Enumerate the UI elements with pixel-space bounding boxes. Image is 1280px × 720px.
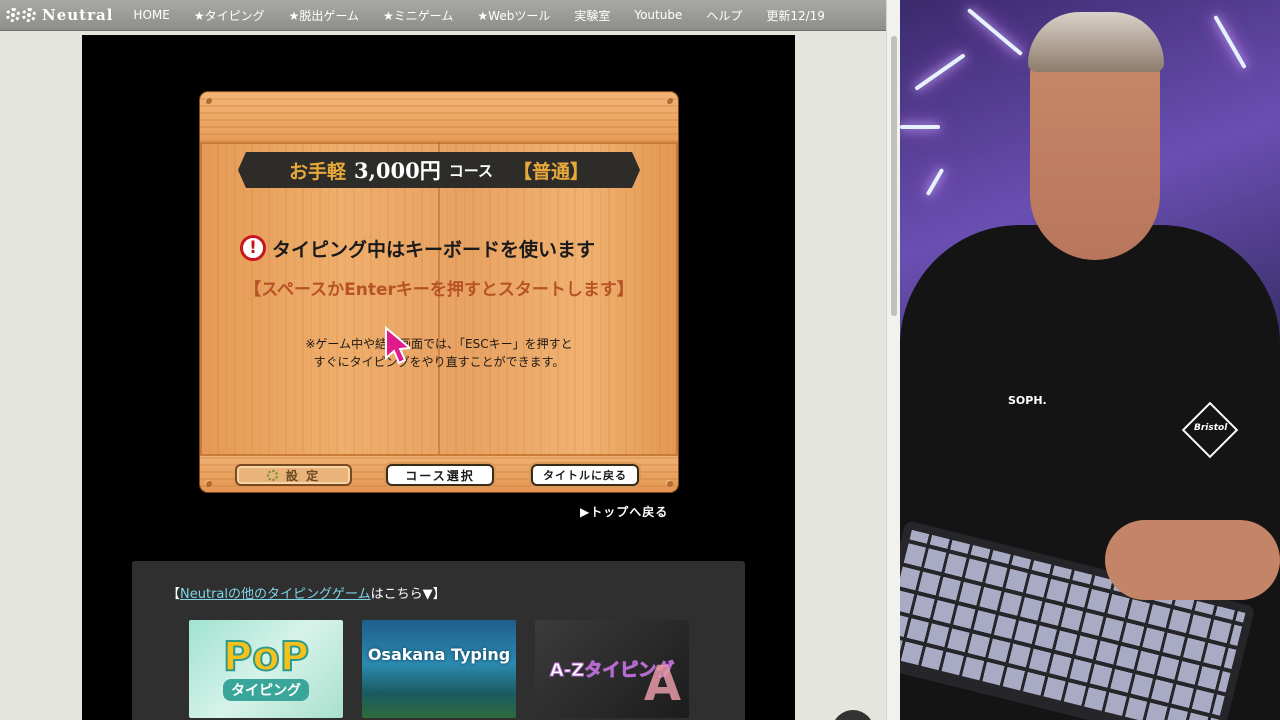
nav-youtube[interactable]: Youtube [622,0,694,30]
rivet-icon [666,480,673,487]
board-top-plank [200,92,678,144]
neon-light [914,53,966,91]
scroll-to-top-button[interactable] [832,710,874,720]
shirt-logo-text: Bristol [1194,423,1228,433]
pop-title: PoP [222,634,310,680]
course-level: 【普通】 [513,160,590,183]
webcam-overlay: SOPH. Bristol [900,0,1280,720]
back-to-title-label: タイトルに戻る [543,469,627,482]
rivet-icon [205,97,212,104]
warning-text: タイピング中はキーボードを使います [272,238,596,261]
shirt-brand-text: SOPH. [1008,394,1047,407]
course-select-button[interactable]: コース選択 [386,464,494,486]
other-games-prefix: 【 [167,587,181,602]
other-games-link[interactable]: Neutralの他のタイピングゲーム [180,587,371,602]
gear-icon [266,469,278,481]
nav-help[interactable]: ヘルプ [694,0,754,30]
course-banner: お手軽 3,000円 コース 【普通】 [238,152,640,188]
wooden-board: お手軽 3,000円 コース 【普通】 ! タイピング中はキーボードを使います … [200,92,678,492]
page-scrollbar[interactable] [886,0,900,720]
esc-note: ※ゲーム中や結果画面では、「ESCキー」を押すと すぐにタイピングをやり直すこと… [200,335,678,371]
nav-mini-game[interactable]: ★ミニゲーム [371,0,465,30]
person-hair [1028,12,1164,72]
nav-updated[interactable]: 更新12/19 [754,0,837,30]
nav-web-tools[interactable]: ★Webツール [465,0,562,30]
nav-lab[interactable]: 実験室 [562,0,622,30]
nav-home[interactable]: HOME [121,0,181,30]
pop-subtitle: タイピング [223,679,309,701]
course-select-label: コース選択 [405,468,475,483]
neon-light [925,168,945,196]
other-games-panel: 【Neutralの他のタイピングゲームはこちら▼】 PoP タイピング Osak… [132,561,745,720]
scrollbar-thumb[interactable] [891,36,897,316]
neon-light [900,125,940,129]
az-letter: A [643,656,681,712]
back-to-title-button[interactable]: タイトルに戻る [531,464,639,486]
other-games-suffix: はこちら▼】 [370,587,446,602]
settings-label: 設 定 [285,468,321,483]
person-hand [1105,520,1280,600]
nav-escape-game[interactable]: ★脱出ゲーム [277,0,371,30]
rivet-icon [666,97,673,104]
az-typing-thumbnail[interactable]: A-Zタイピング A [535,620,689,718]
course-prefix: お手軽 [288,160,346,183]
neon-light [1213,15,1247,69]
gear-icon [6,8,20,22]
site-logo[interactable]: Neutral [0,0,121,30]
osakana-title: Osakana Typing [367,644,511,664]
neon-light [966,7,1024,57]
back-to-top-link[interactable]: ▶トップへ戻る [580,503,668,520]
pop-typing-thumbnail[interactable]: PoP タイピング [189,620,343,718]
site-navbar: Neutral HOME ★タイピング ★脱出ゲーム ★ミニゲーム ★Webツー… [0,0,886,31]
course-price: 3,000円 [353,158,441,183]
settings-button[interactable]: 設 定 [235,464,352,486]
esc-note-line-1: ※ゲーム中や結果画面では、「ESCキー」を押すと [305,337,573,351]
keyboard-warning: ! タイピング中はキーボードを使います [240,233,640,263]
logo-text: Neutral [42,6,114,24]
mouse-cursor-icon [385,326,410,365]
other-games-title: 【Neutralの他のタイピングゲームはこちら▼】 [167,583,446,602]
browser-viewport: Neutral HOME ★タイピング ★脱出ゲーム ★ミニゲーム ★Webツー… [0,0,900,720]
nav-typing[interactable]: ★タイピング [182,0,277,30]
gear-icon [22,8,36,22]
exclamation-icon: ! [240,235,266,261]
start-instruction: 【スペースかEnterキーを押すとスタートします】 [244,280,634,300]
course-suffix: コース [448,161,494,180]
rivet-icon [205,480,212,487]
game-frame: お手軽 3,000円 コース 【普通】 ! タイピング中はキーボードを使います … [82,35,795,720]
osakana-typing-thumbnail[interactable]: Osakana Typing [362,620,516,718]
esc-note-line-2: すぐにタイピングをやり直すことができます。 [313,355,565,369]
